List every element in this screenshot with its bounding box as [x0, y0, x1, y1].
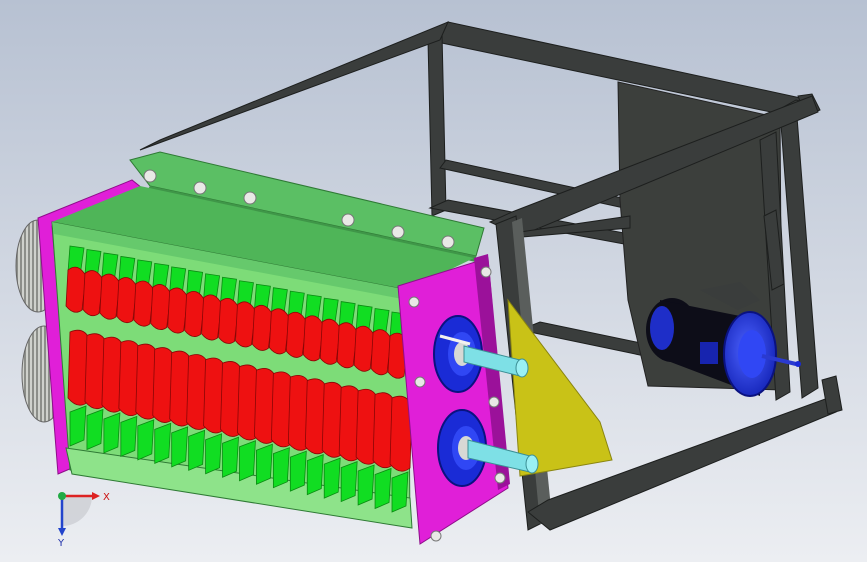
lower-tooth: [154, 422, 172, 464]
lower-tooth: [69, 405, 87, 447]
lower-tooth: [340, 460, 358, 503]
lower-tooth: [323, 457, 341, 499]
orientation-triad[interactable]: X Y: [40, 478, 120, 548]
triad-quadrant-icon: [62, 496, 92, 526]
lower-tooth: [188, 429, 206, 471]
lower-tooth: [306, 454, 324, 496]
x-axis-label: X: [103, 492, 110, 503]
y-axis-label: Y: [57, 538, 65, 548]
lower-tooth: [272, 447, 290, 489]
lower-tooth: [239, 440, 256, 482]
lower-tooth: [289, 450, 307, 492]
lower-tooth: [103, 412, 121, 454]
lower-tooth: [374, 467, 392, 510]
shredder-model[interactable]: [0, 0, 867, 562]
triad-origin: [58, 492, 66, 500]
lower-tooth: [357, 464, 375, 506]
lower-tooth: [171, 426, 189, 468]
lower-tooth: [86, 408, 104, 451]
lower-tooth: [391, 471, 409, 513]
lower-tooth: [205, 433, 223, 475]
lower-tooth: [222, 436, 239, 478]
lower-tooth: [137, 419, 155, 461]
lower-tooth: [120, 415, 138, 458]
lower-tooth: [256, 443, 273, 485]
cad-viewport[interactable]: X Y: [0, 0, 867, 562]
